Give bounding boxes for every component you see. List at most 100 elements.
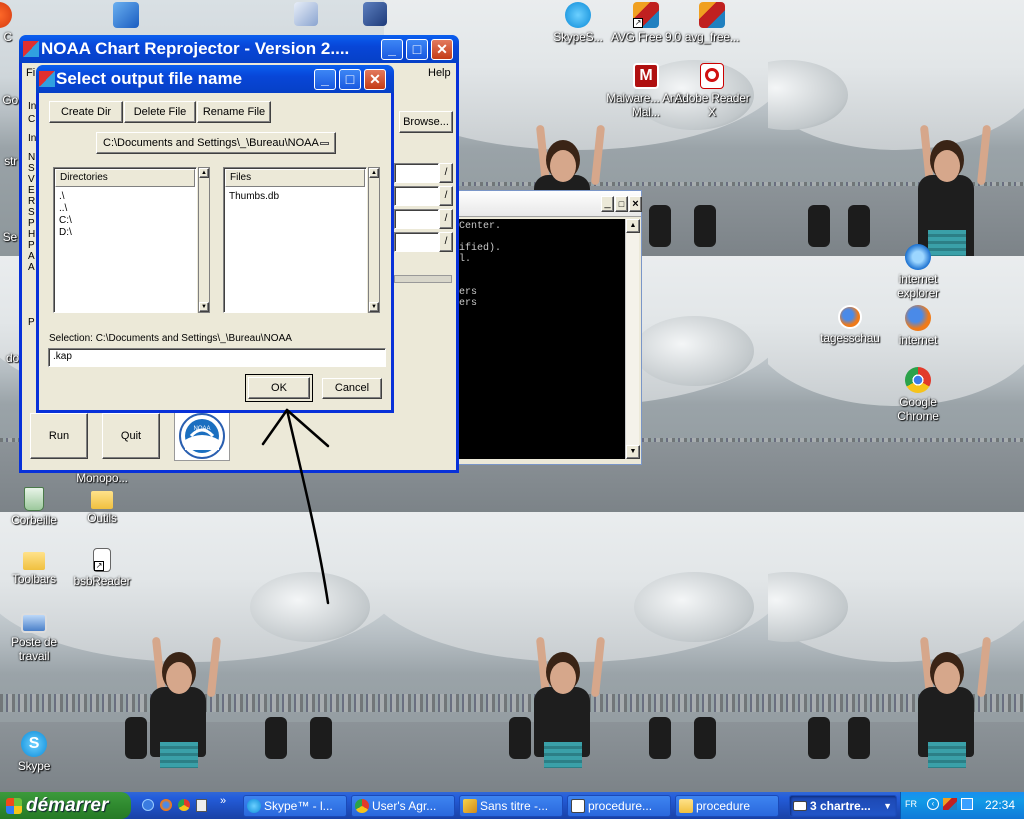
ok-button[interactable]: OK [248,377,310,399]
maximize-button[interactable]: □ [406,39,428,60]
desktop-icon[interactable]: Poste de travail [0,609,74,663]
scroll-up-button[interactable]: ▲ [369,168,379,178]
folder-icon [23,552,45,570]
main-window-title: NOAA Chart Reprojector - Version 2.... [41,39,350,58]
create-dir-button[interactable]: Create Dir [49,101,123,123]
selection-label: Selection: C:\Documents and Settings\_\B… [49,333,292,344]
scroll-down-button[interactable]: ▼ [199,302,209,312]
desktop-icon[interactable]: Monopo... [62,471,142,485]
desktop-icon[interactable] [335,2,415,28]
desktop-icon[interactable]: Adobe Reader X [672,63,752,119]
option-check-button[interactable]: / [439,186,453,206]
desktop-icon[interactable]: internet explorer [878,244,958,300]
desktop-icon[interactable] [86,2,166,30]
chrome-icon[interactable] [178,799,190,811]
console-window[interactable]: _ □ × Center. ified). l. ers ers ▲ ▼ [430,190,642,465]
option-check-button[interactable]: / [439,209,453,229]
taskbar-item[interactable]: procedure [675,795,779,817]
files-scrollbar[interactable]: ▲ ▼ [368,167,380,313]
annotation-arrow [261,408,330,605]
desktop-icon[interactable]: C [0,2,12,44]
file-item[interactable]: Thumbs.db [229,191,279,203]
desktop-icon[interactable] [266,2,346,28]
maximize-button[interactable]: □ [339,69,361,90]
minimize-button[interactable]: _ [314,69,336,90]
option-field[interactable] [394,209,439,229]
desktop-icon[interactable]: do [0,351,19,365]
directories-list[interactable]: Directories .\ ..\ C:\ D:\ [53,167,197,313]
path-dropdown[interactable]: C:\Documents and Settings\_\Bureau\NOAA [96,132,336,154]
network-icon[interactable] [961,798,973,810]
dialog-titlebar[interactable]: Select output file name _ □ ✕ [36,65,394,93]
desktop-icon[interactable]: Outils [62,487,142,525]
minimize-button[interactable]: _ [601,196,614,212]
desktop-icon[interactable]: S Skype [0,731,74,773]
scroll-up-button[interactable]: ▲ [199,168,209,178]
desktop-icon-quick[interactable] [142,799,154,811]
scroll-down-button[interactable]: ▼ [369,302,379,312]
option-field[interactable] [394,232,439,252]
noaa-logo: NOAA [174,411,230,461]
desktop-icon[interactable]: ↗ bsbReader [62,548,142,588]
language-indicator[interactable]: FR [905,799,917,809]
select-output-dialog[interactable]: Select output file name _ □ ✕ Create Dir… [36,65,394,413]
taskbar-item-group[interactable]: 3 chartre... ▼ [789,795,897,817]
console-line: l. [459,254,472,265]
back-arrow-icon[interactable]: ‹ [927,798,939,810]
taskbar-item[interactable]: Skype™ - l... [243,795,347,817]
taskbar-item[interactable]: procedure... [567,795,671,817]
desktop-icon[interactable]: internet [878,305,958,347]
calculator-icon[interactable] [196,799,207,812]
avg-tray-icon[interactable] [943,798,957,810]
system-tray: FR ‹ 22:34 [900,792,1024,819]
desktop-icon[interactable]: Go [0,93,18,107]
scroll-up-button[interactable]: ▲ [626,219,640,233]
malwarebytes-icon: M [633,63,659,89]
option-check-button[interactable]: / [439,163,453,183]
filename-input[interactable]: .kap [48,348,386,367]
console-scrollbar[interactable]: ▲ ▼ [625,219,640,459]
cancel-button[interactable]: Cancel [322,378,382,399]
scroll-down-button[interactable]: ▼ [626,445,640,459]
desktop-icon[interactable]: Se [0,230,17,244]
files-list[interactable]: Files Thumbs.db [223,167,367,313]
directory-item[interactable]: .\ [59,191,72,203]
app-icon [23,41,39,57]
taskbar-item[interactable]: Sans titre -... [459,795,563,817]
wallpaper-tile [768,0,1024,256]
menu-help[interactable]: Help [428,67,451,79]
directories-scrollbar[interactable]: ▲ ▼ [198,167,210,313]
quit-button[interactable]: Quit [102,413,160,459]
delete-file-button[interactable]: Delete File [124,101,196,123]
main-window-titlebar[interactable]: NOAA Chart Reprojector - Version 2.... _… [19,35,459,63]
desktop-icon[interactable]: str [0,154,17,168]
option-check-button[interactable]: / [439,232,453,252]
ok-label: OK [271,382,287,394]
close-button[interactable]: ✕ [364,69,386,90]
document-icon: ↗ [93,548,111,572]
desktop-icon-label: Monopo... [76,471,128,485]
directory-item[interactable]: D:\ [59,227,72,239]
clock[interactable]: 22:34 [985,798,1015,812]
browse-button[interactable]: Browse... [399,111,453,133]
directory-item[interactable]: ..\ [59,203,72,215]
computer-icon [21,613,47,633]
firefox-icon[interactable] [160,799,172,811]
option-field[interactable] [394,163,439,183]
taskbar-item[interactable]: User's Agr... [351,795,455,817]
maximize-button[interactable]: □ [615,196,628,212]
menu-file[interactable]: Fi [26,67,35,79]
chevron-icon[interactable]: » [220,795,226,807]
desktop-icon[interactable]: avg_free... [672,2,752,44]
run-button[interactable]: Run [30,413,88,459]
close-button[interactable]: × [629,196,642,212]
option-field[interactable] [394,186,439,206]
rename-file-button[interactable]: Rename File [197,101,271,123]
console-line: ers [459,298,478,309]
start-button[interactable]: démarrer [0,792,131,819]
files-header-label: Files [230,172,252,183]
desktop-icon[interactable]: Google Chrome [878,367,958,423]
close-button[interactable]: ✕ [431,39,453,60]
directory-item[interactable]: C:\ [59,215,72,227]
minimize-button[interactable]: _ [381,39,403,60]
